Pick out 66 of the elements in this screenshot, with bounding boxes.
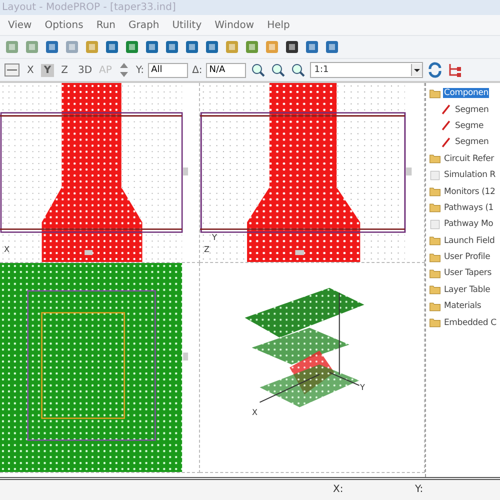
folder-icon [429,202,441,214]
tree-item[interactable]: Componen [443,88,490,98]
segment-icon [440,136,452,148]
tree-item[interactable]: Monitors (12 [443,186,496,197]
y-coordinate-label: Y: [415,484,424,495]
x-axis-line [259,374,320,403]
tree-item[interactable]: Embedded C [443,318,498,328]
tree-item[interactable]: Segme [454,120,485,131]
hierarchy-icon[interactable] [447,62,464,78]
x-coordinate-label: X: [333,484,344,495]
scale-dropdown[interactable]: 1:1 [310,62,424,78]
menu-item[interactable]: Help [267,20,290,30]
tree-item[interactable]: User Tapers [443,268,492,278]
menu-item[interactable]: View [8,20,32,30]
axis-button[interactable]: X [24,64,37,76]
folder-icon [429,153,441,164]
folder-icon [429,317,441,328]
tree-item[interactable]: Simulation R [443,170,496,180]
y-field[interactable]: All [148,62,188,78]
axis-label: Z [204,245,210,254]
page-icon [429,218,441,230]
toolbar-icon[interactable] [184,39,200,55]
ap-label: AP [99,64,112,76]
axis-button[interactable]: Y [40,64,54,76]
tree-item[interactable]: Pathway Mo [443,219,494,230]
delta-field[interactable]: N/A [206,62,246,78]
toolbar-icon[interactable] [284,39,300,55]
page-icon [429,170,441,181]
axis-button[interactable]: 3D [74,64,96,76]
tree-item[interactable]: Segmen [454,137,490,148]
refresh-icon[interactable] [427,62,444,78]
menu-item[interactable]: Utility [172,20,202,30]
tree-item[interactable]: Pathways (1 [443,202,495,213]
axis-button[interactable]: Z [58,64,71,76]
tree-item[interactable]: Layer Table [443,284,492,295]
delta-label: Δ: [192,64,202,76]
segment-icon [440,120,452,132]
tree-item[interactable]: Launch Field [443,236,496,246]
toolbar-icon[interactable] [104,39,120,55]
menu-item[interactable]: Options [44,20,84,30]
folder-icon [429,284,441,296]
folder-icon [429,235,441,246]
axis-label: Y [360,383,365,392]
axis-label: X [4,245,10,254]
segment-icon [440,104,452,116]
folder-icon [429,88,441,99]
toolbar-icon[interactable] [204,39,220,55]
tree-item[interactable]: Materials [443,301,482,312]
axis-label: X [252,408,258,417]
axis-label: Y [212,233,217,242]
folder-icon [429,186,441,198]
y-label: Y: [136,64,144,76]
zoom-icon[interactable] [290,62,306,78]
folder-icon [429,300,441,312]
window-title: Layout - ModePROP - [taper33.ind] [2,2,176,13]
tree-item[interactable]: Segmen [454,104,490,115]
toolbar-icon[interactable] [164,39,180,55]
toolbar-icon[interactable] [144,39,160,55]
menu-item[interactable]: Run [96,20,116,30]
tree-item[interactable]: Circuit Refer [443,154,495,164]
tree-item[interactable]: User Profile [443,252,492,262]
menu-item[interactable]: Graph [128,20,160,30]
folder-icon [429,268,441,279]
folder-icon [429,252,441,263]
y-axis-line [328,372,360,386]
menu-item[interactable]: Window [214,20,254,30]
